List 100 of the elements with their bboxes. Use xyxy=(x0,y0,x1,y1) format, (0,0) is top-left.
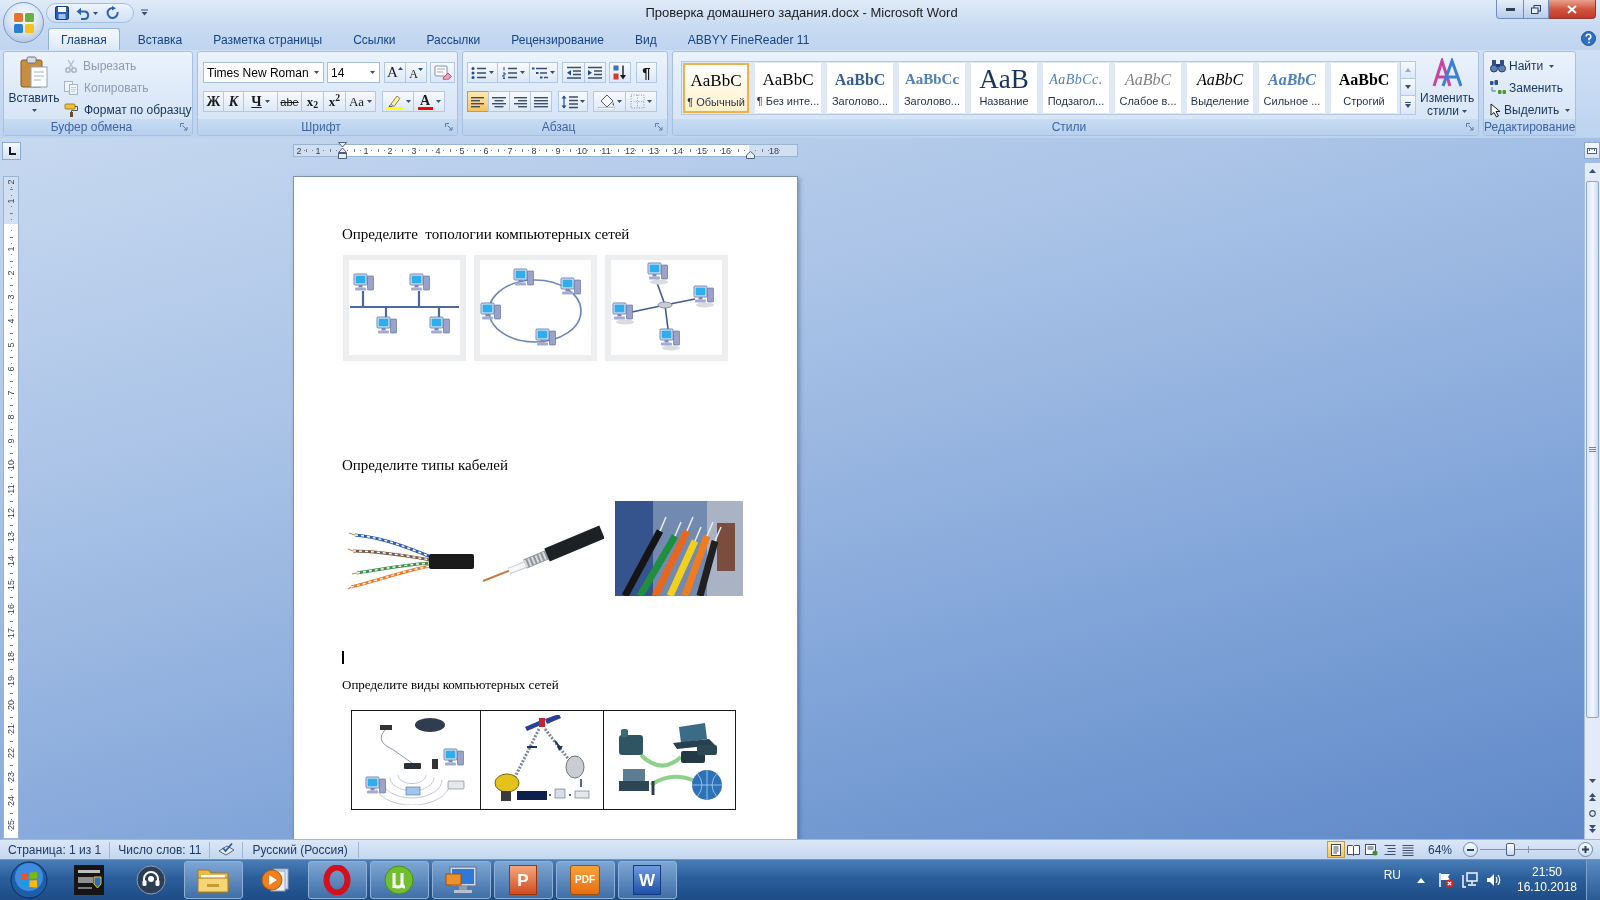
clock-time[interactable]: 21:50 xyxy=(1532,865,1562,880)
ruler-number: 17 xyxy=(6,628,16,638)
tab-selector-button[interactable] xyxy=(2,141,21,160)
indent-marker-icon[interactable] xyxy=(745,151,755,159)
style-tile[interactable]: AaBbC Слабое в... xyxy=(1115,63,1181,113)
zoom-out-button[interactable] xyxy=(1463,842,1478,857)
ribbon-tab[interactable]: Разметка страницы xyxy=(200,28,336,50)
gallery-down-button[interactable] xyxy=(1401,79,1415,96)
underline-button[interactable]: Ч xyxy=(243,91,278,112)
zoom-level-button[interactable]: 64% xyxy=(1427,842,1452,857)
style-tile[interactable]: AaBbC ¶ Без инте... xyxy=(755,63,821,113)
minimize-button[interactable] xyxy=(1496,0,1524,19)
keyboard-language-button[interactable]: RU xyxy=(1383,868,1401,882)
ribbon-tab[interactable]: Вид xyxy=(621,28,670,50)
monitor-icon xyxy=(445,866,477,894)
bold-button[interactable]: Ж xyxy=(203,91,224,112)
line-spacing-button[interactable] xyxy=(558,91,588,112)
help-button[interactable] xyxy=(1580,30,1596,46)
highlight-button[interactable] xyxy=(382,91,414,112)
page-indicator[interactable]: Страница: 1 из 1 xyxy=(8,842,102,857)
ruler-number: 5 xyxy=(6,342,16,348)
proofing-button[interactable] xyxy=(217,841,236,858)
shading-button[interactable] xyxy=(593,91,626,112)
shrink-font-button[interactable]: A xyxy=(405,62,427,83)
zoom-in-button[interactable] xyxy=(1578,842,1593,857)
down-triangle-icon xyxy=(1589,779,1596,783)
decrease-indent-button[interactable] xyxy=(562,62,585,83)
zoom-slider[interactable] xyxy=(1478,842,1578,857)
strikethrough-button[interactable]: abe xyxy=(277,91,302,112)
action-center-button[interactable] xyxy=(1438,872,1454,888)
taskbar-button[interactable]: W xyxy=(617,861,677,899)
align-center-button[interactable] xyxy=(488,91,510,112)
increase-indent-button[interactable] xyxy=(584,62,606,83)
ruler-toggle-button[interactable] xyxy=(1584,142,1600,159)
slider-thumb[interactable] xyxy=(1505,843,1515,856)
show-marks-button[interactable]: ¶ xyxy=(636,62,657,83)
start-button[interactable] xyxy=(9,860,49,900)
style-tile[interactable]: AaB Название xyxy=(971,63,1037,113)
word-count[interactable]: Число слов: 11 xyxy=(118,842,202,857)
superscript-button[interactable]: x$^{2}$ xyxy=(323,91,346,112)
ribbon-tab[interactable]: Вставка xyxy=(124,28,196,50)
change-styles-button[interactable]: Изменить стили xyxy=(1420,58,1474,120)
window-title: Проверка домашнего задания.docx - Microsoft Word xyxy=(645,5,958,21)
replace-button[interactable]: Заменить xyxy=(1490,77,1575,99)
subscript-button[interactable]: x$_{2}$ xyxy=(301,91,324,112)
dialog-launcher-button[interactable] xyxy=(1465,122,1475,132)
italic-button[interactable]: К xyxy=(223,91,244,112)
ribbon-tab[interactable]: Ссылки xyxy=(340,28,409,50)
multilevel-list-button[interactable] xyxy=(529,62,558,83)
volume-button[interactable] xyxy=(1486,872,1502,888)
gallery-more-button[interactable] xyxy=(1401,96,1415,114)
close-button[interactable] xyxy=(1549,0,1596,19)
ribbon-tab[interactable]: Рассылки xyxy=(413,28,494,50)
increase-indent-icon xyxy=(587,65,603,80)
bullets-button[interactable] xyxy=(467,62,498,83)
format-painter-button[interactable]: Формат по образцу xyxy=(64,99,192,121)
style-tile[interactable]: AaBbCc Заголово... xyxy=(899,63,965,113)
language-indicator[interactable]: Русский (Россия) xyxy=(252,842,348,857)
restore-button[interactable] xyxy=(1524,0,1549,19)
style-tile[interactable]: AaBbC Заголово... xyxy=(827,63,893,113)
ribbon-tab[interactable]: Рецензирование xyxy=(498,28,617,50)
scroll-thumb[interactable] xyxy=(1586,181,1599,718)
numbering-button[interactable] xyxy=(497,62,530,83)
align-left-button[interactable] xyxy=(467,91,489,112)
dialog-launcher-button[interactable] xyxy=(444,122,454,132)
align-right-button[interactable] xyxy=(509,91,531,112)
clock-date[interactable]: 16.10.2018 xyxy=(1516,880,1578,895)
save-button[interactable] xyxy=(52,4,71,22)
ruler-number: 9 xyxy=(6,438,16,444)
change-case-button[interactable]: Aa xyxy=(345,91,376,112)
font-color-button[interactable]: A xyxy=(413,91,445,112)
caret-icon xyxy=(580,100,585,103)
style-tile[interactable]: AaBbCc. Подзагол... xyxy=(1043,63,1109,113)
dialog-launcher-button[interactable] xyxy=(179,122,189,132)
font-size-combobox[interactable]: 14 xyxy=(327,62,380,83)
ribbon-tab[interactable]: Главная xyxy=(48,28,120,50)
ribbon-tab[interactable]: ABBYY FineReader 11 xyxy=(674,28,823,50)
taskbar-button[interactable] xyxy=(183,861,243,899)
clear-formatting-button[interactable] xyxy=(430,62,455,83)
find-button[interactable]: Найти xyxy=(1490,55,1575,77)
network-button[interactable] xyxy=(1462,872,1478,888)
replace-icon xyxy=(1490,80,1506,96)
style-tile[interactable]: AaBbC Сильное ... xyxy=(1259,63,1325,113)
justify-button[interactable] xyxy=(530,91,552,112)
customize-toolbar-button[interactable] xyxy=(139,6,149,18)
presentation-logo: P xyxy=(509,865,537,895)
taskbar-button[interactable] xyxy=(369,861,429,899)
grow-font-button[interactable]: A xyxy=(384,62,406,83)
style-tile[interactable]: AaBbC ¶ Обычный xyxy=(683,63,749,113)
paste-button[interactable]: Вставить xyxy=(9,56,59,118)
style-tile[interactable]: AaBbC Выделение xyxy=(1187,63,1253,113)
sort-button[interactable] xyxy=(609,62,631,83)
ruler-number: 9 xyxy=(555,145,561,156)
font-name-combobox[interactable]: Times New Roman xyxy=(203,62,324,83)
dialog-launcher-button[interactable] xyxy=(654,122,664,132)
select-button[interactable]: Выделить xyxy=(1490,99,1575,121)
style-tile[interactable]: AaBbC Строгий xyxy=(1331,63,1397,113)
indent-marker-icon[interactable] xyxy=(337,142,347,159)
print-layout-button[interactable] xyxy=(1326,841,1345,858)
caret-icon xyxy=(367,100,373,103)
